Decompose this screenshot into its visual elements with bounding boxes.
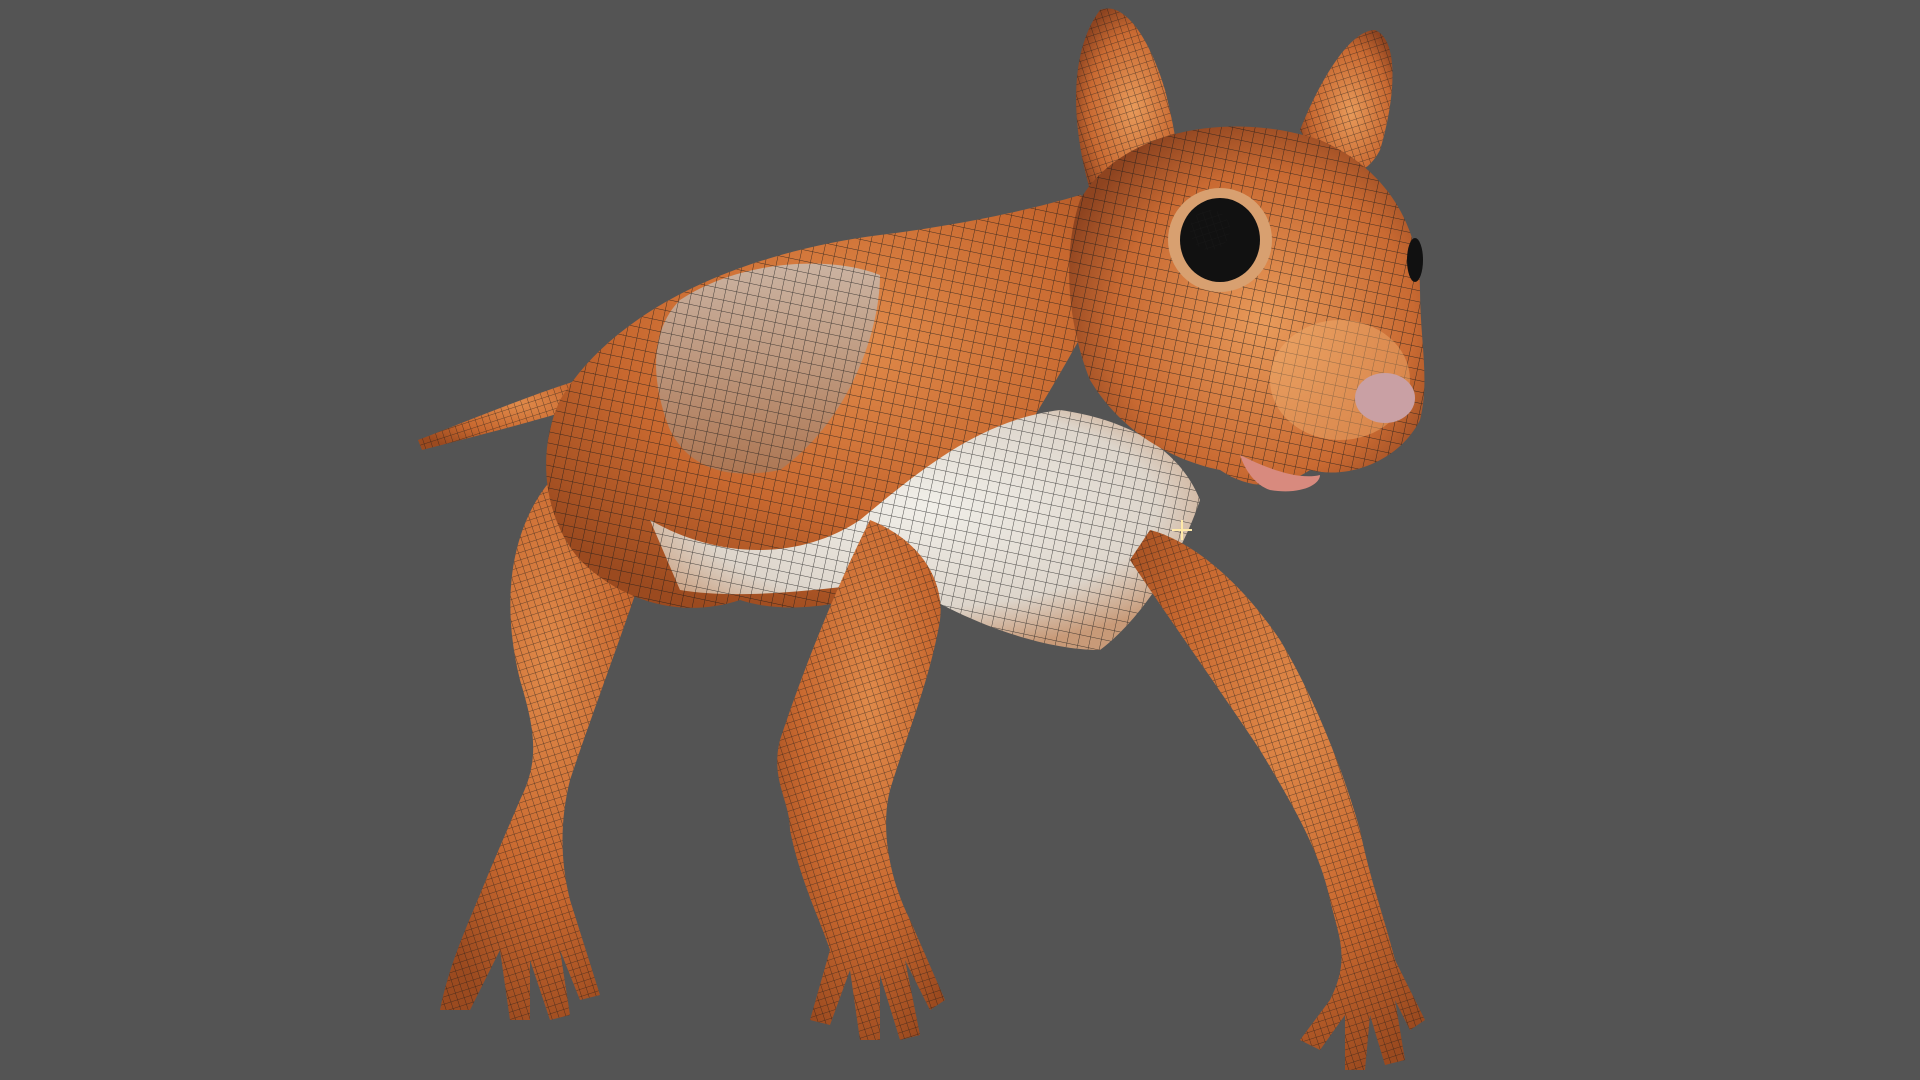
viewport-canvas[interactable]	[0, 0, 1920, 1080]
model-front-leg-right	[1130, 530, 1425, 1070]
model-eye	[1168, 188, 1272, 292]
3d-viewport[interactable]	[0, 0, 1920, 1080]
model-nose	[1355, 373, 1415, 423]
squirrel-model[interactable]	[418, 8, 1425, 1070]
model-head	[1069, 8, 1425, 492]
